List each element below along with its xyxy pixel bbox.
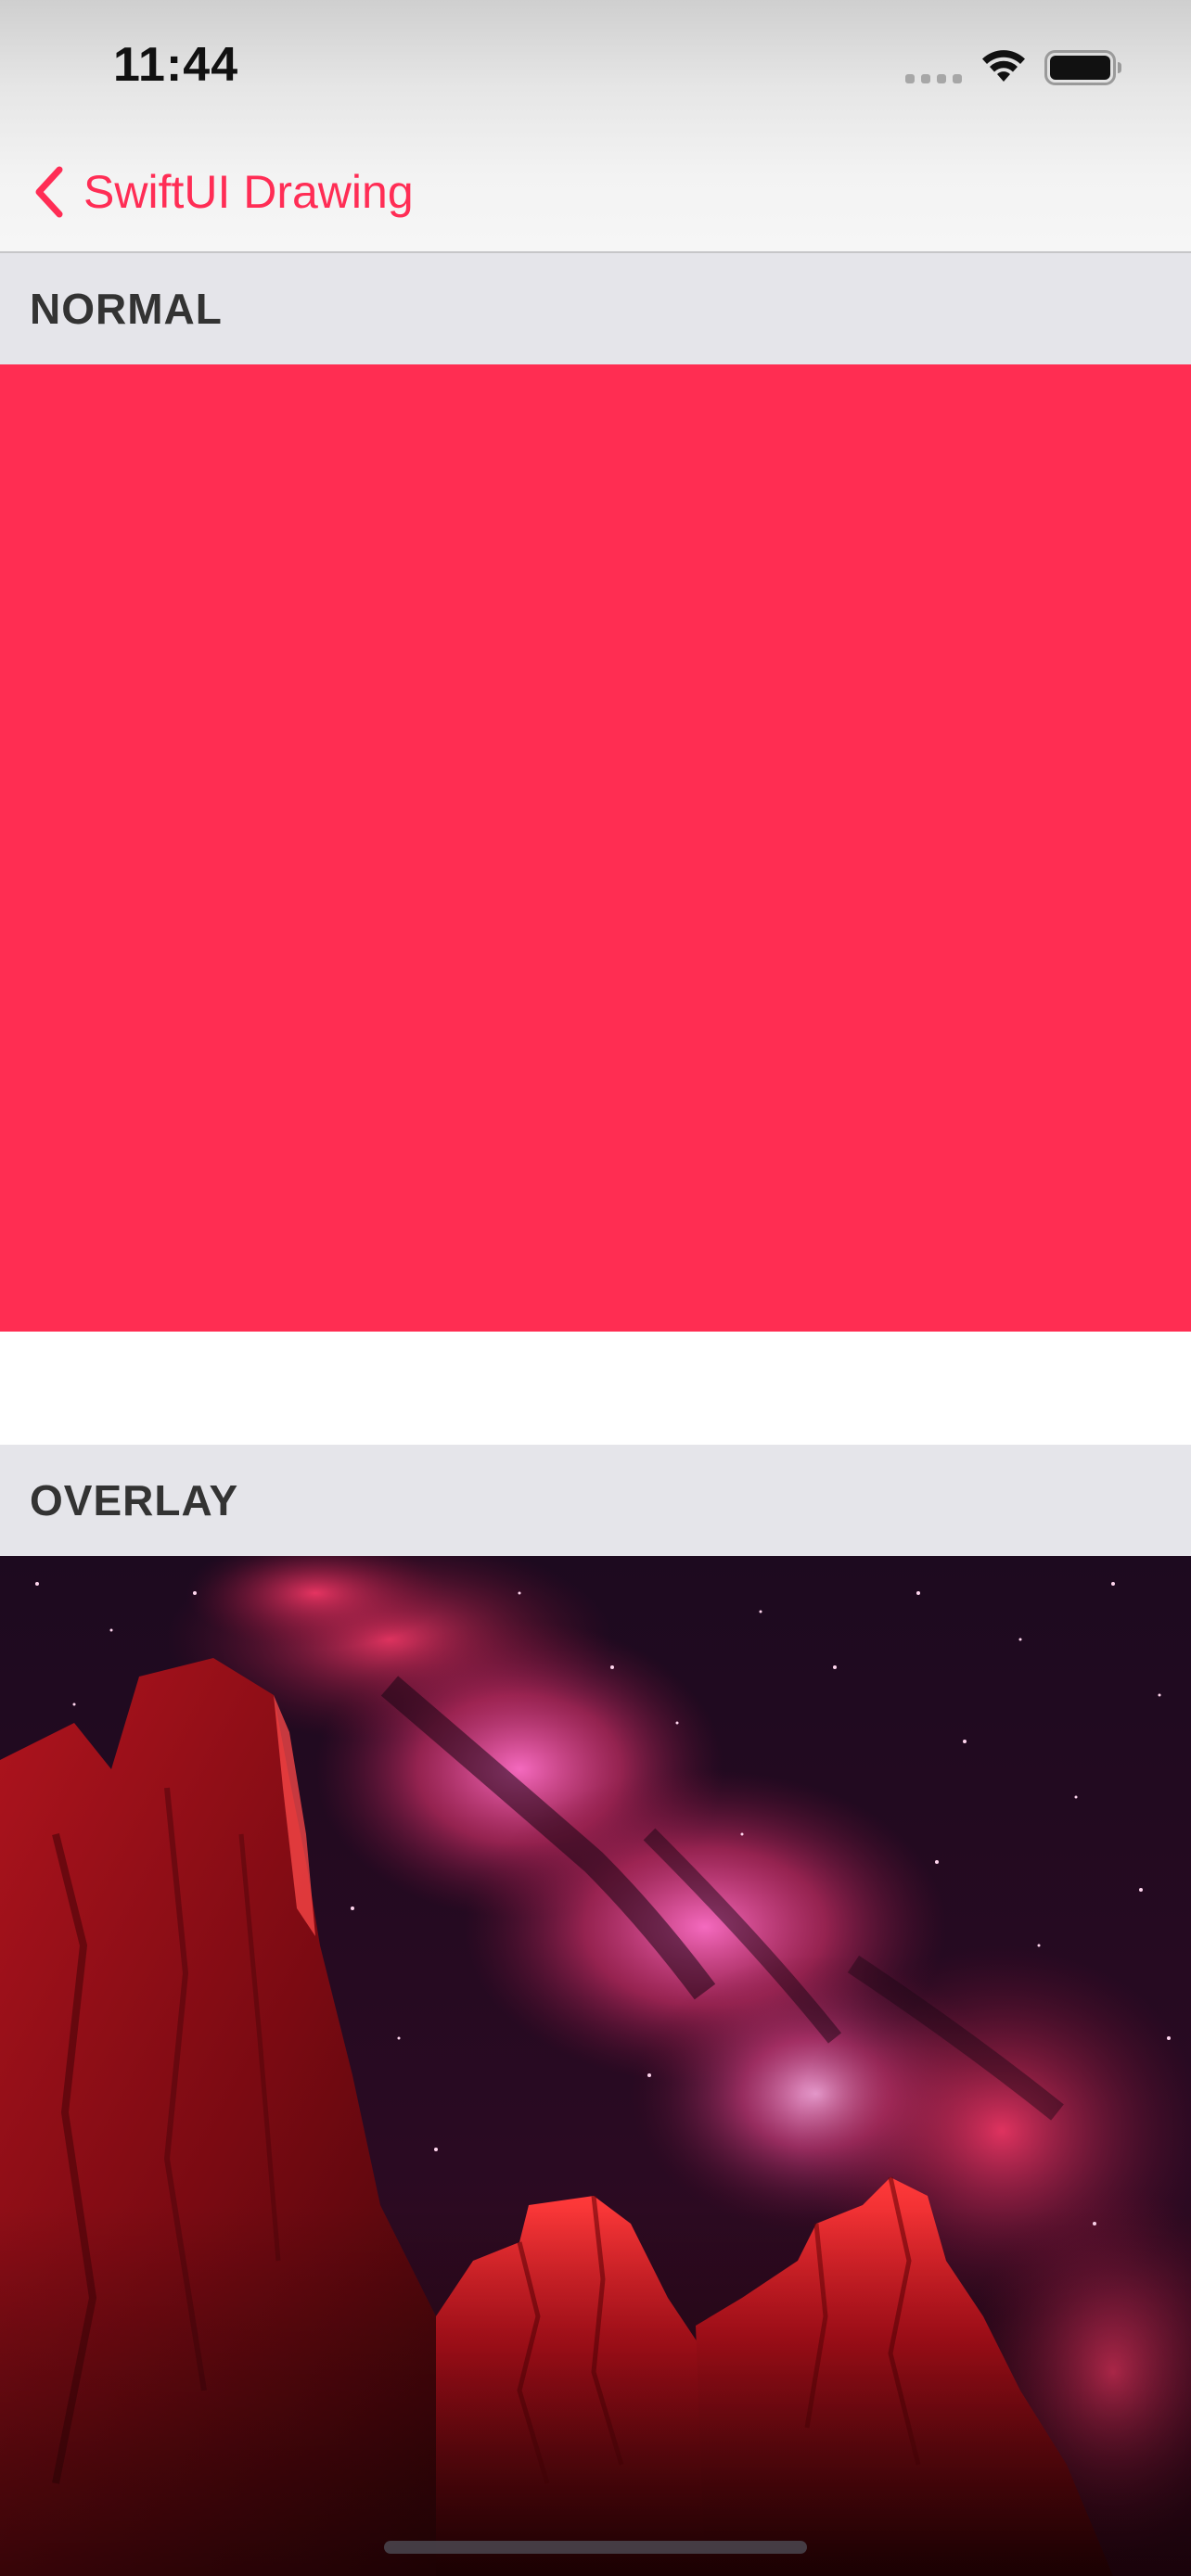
section-header-normal: NORMAL <box>0 253 1191 364</box>
section-title-normal: NORMAL <box>30 285 223 333</box>
status-time: 11:44 <box>113 38 239 92</box>
back-button[interactable]: SwiftUI Drawing <box>30 158 414 226</box>
cellular-signal-icon <box>905 74 962 83</box>
battery-icon <box>1044 50 1121 85</box>
chevron-left-icon <box>35 166 63 218</box>
top-bar: 11:44 SwiftUI Drawing <box>0 0 1191 253</box>
screen: 11:44 SwiftUI Drawing NORMAL OVERLAY <box>0 0 1191 2576</box>
normal-color-block <box>0 364 1191 1332</box>
wifi-icon <box>982 50 1025 82</box>
list-spacer <box>0 1332 1191 1445</box>
night-sky-rocks-image <box>0 1556 1191 2576</box>
back-button-label: SwiftUI Drawing <box>83 166 414 218</box>
section-header-overlay: OVERLAY <box>0 1445 1191 1556</box>
overlay-photo <box>0 1556 1191 2576</box>
section-title-overlay: OVERLAY <box>30 1476 239 1524</box>
home-indicator <box>384 2541 807 2554</box>
